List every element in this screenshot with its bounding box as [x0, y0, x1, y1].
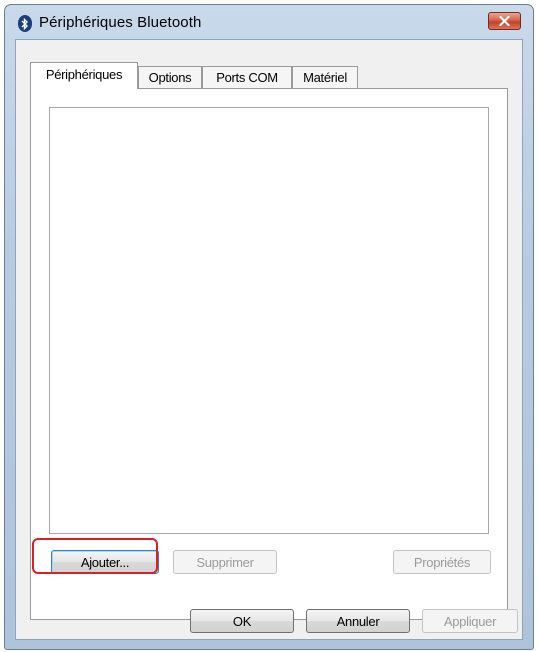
tab-peripheriques[interactable]: Périphériques: [30, 62, 138, 89]
bluetooth-icon: [18, 15, 32, 32]
remove-button-label: Supprimer: [196, 554, 254, 570]
close-icon: [499, 16, 510, 26]
tab-label: Options: [148, 70, 192, 85]
cancel-button[interactable]: Annuler: [306, 609, 410, 633]
apply-button-label: Appliquer: [443, 613, 497, 629]
properties-button-label: Propriétés: [413, 554, 471, 570]
window-title: Périphériques Bluetooth: [39, 14, 202, 31]
add-button-highlight: [32, 538, 158, 574]
properties-button[interactable]: Propriétés: [393, 550, 491, 574]
tab-label: Périphériques: [45, 67, 123, 82]
tab-label: Ports COM: [216, 70, 278, 85]
apply-button[interactable]: Appliquer: [422, 609, 518, 633]
tab-ports-com[interactable]: Ports COM: [202, 66, 292, 88]
remove-button[interactable]: Supprimer: [173, 550, 277, 574]
tab-materiel[interactable]: Matériel: [292, 66, 358, 88]
tab-label: Matériel: [303, 70, 347, 85]
title-bar[interactable]: Périphériques Bluetooth: [5, 5, 533, 39]
ok-button[interactable]: OK: [190, 609, 294, 633]
cancel-button-label: Annuler: [336, 613, 380, 629]
ok-button-label: OK: [232, 613, 252, 629]
tab-options[interactable]: Options: [138, 66, 202, 88]
close-button[interactable]: [488, 12, 521, 30]
device-list[interactable]: [49, 107, 489, 534]
